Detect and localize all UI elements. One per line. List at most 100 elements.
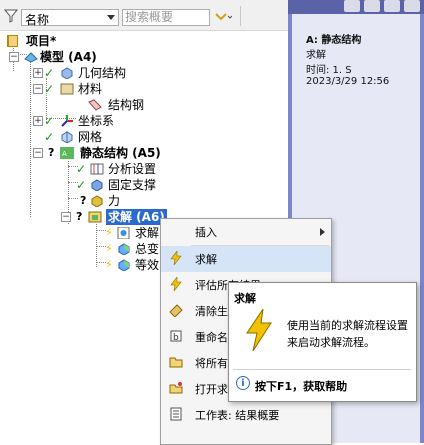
details-time: 时间: 1. S — [306, 65, 352, 76]
tree-item-geometry[interactable]: + ✓ 几何结构 — [0, 65, 200, 81]
question-status-icon: ? — [76, 210, 83, 223]
menu-item-label: 工作表: 结果概要 — [195, 409, 280, 422]
lightning-status-icon: ⚡ — [105, 242, 113, 255]
svg-text:A: A — [62, 150, 67, 158]
solution-information-icon — [117, 227, 130, 239]
eraser-icon — [169, 304, 183, 317]
collapse-icon[interactable]: − — [61, 212, 71, 222]
tree-item-solution-information[interactable]: ⚡ 求解 — [0, 225, 160, 241]
check-icon: ✓ — [44, 82, 55, 96]
menu-item-insert[interactable]: 插入 — [161, 219, 331, 245]
tooltip-help-text: 按下F1，获取帮助 — [255, 380, 348, 393]
model-icon — [24, 52, 38, 63]
filter-icon[interactable] — [4, 9, 18, 23]
view-icon[interactable] — [344, 0, 360, 12]
search-input[interactable] — [123, 10, 211, 24]
tree-item-total-deformation[interactable]: ⚡ 总变 — [0, 241, 160, 257]
tree-item-equivalent-stress[interactable]: ⚡ 等效 — [0, 257, 160, 273]
tree-item-mesh[interactable]: ✓ 网格 — [0, 129, 200, 145]
menu-item-label: 清除生 — [195, 305, 228, 318]
material-tag-icon — [88, 99, 102, 111]
tree-item-analysis-settings[interactable]: ✓ 分析设置 — [0, 161, 200, 177]
tree-item-label: 求解 (A6) — [106, 209, 167, 225]
tree-item-label: 结构钢 — [108, 98, 145, 112]
coordinate-system-icon — [61, 115, 73, 127]
folder-icon — [169, 357, 183, 368]
check-icon: ✓ — [76, 162, 87, 176]
details-title: A: 静态结构 — [306, 35, 362, 46]
menu-item-label: 重命名 — [195, 331, 228, 344]
lightning-icon — [170, 277, 182, 291]
collapse-icon[interactable]: − — [33, 84, 43, 94]
open-folder-icon — [169, 382, 183, 394]
tooltip-divider — [233, 369, 411, 370]
tree-item-label: 材料 — [78, 82, 103, 96]
filter-type-value: 名称 — [25, 13, 50, 27]
view-icon[interactable] — [364, 0, 380, 12]
menu-item-label: 将所有 — [195, 357, 228, 370]
lightning-status-icon: ⚡ — [105, 258, 113, 271]
result-icon — [118, 243, 130, 255]
result-icon — [118, 259, 130, 271]
tree-item-label: 求解 — [135, 226, 160, 240]
tree-item-model[interactable]: − 模型 (A4) — [0, 49, 200, 65]
tree-item-static-structural[interactable]: − ? A 静态结构 (A5) — [0, 145, 200, 161]
tooltip-title: 求解 — [234, 292, 256, 305]
solve-tooltip: 求解 使用当前的求解流程设置来启动求解流程。 i 按下F1，获取帮助 — [228, 282, 417, 402]
lightning-status-icon: ⚡ — [105, 226, 113, 239]
lightning-icon — [246, 309, 272, 351]
lightning-icon — [170, 251, 182, 265]
check-icon: ✓ — [44, 66, 55, 80]
menu-item-solve[interactable]: 求解 — [161, 246, 331, 272]
tree-item-label: 静态结构 (A5) — [80, 146, 161, 160]
submenu-arrow-icon — [320, 228, 325, 236]
tree-item-materials[interactable]: − ✓ 材料 — [0, 81, 200, 97]
search-field[interactable] — [122, 9, 211, 26]
project-book-icon — [7, 35, 18, 47]
view-icon[interactable] — [384, 0, 400, 12]
check-icon: ✓ — [44, 130, 55, 144]
check-icon: ✓ — [44, 114, 55, 128]
materials-icon — [60, 83, 74, 95]
details-date: 2023/3/29 12:56 — [306, 76, 390, 87]
force-icon — [91, 195, 103, 207]
menu-item-label: 打开求 — [195, 383, 228, 396]
chevron-down-icon — [107, 15, 115, 20]
tree-item-label: 模型 (A4) — [40, 50, 97, 64]
fixed-support-icon — [91, 179, 103, 191]
tree-item-label: 分析设置 — [108, 162, 157, 176]
mesh-icon — [61, 131, 73, 143]
question-status-icon: ? — [48, 146, 55, 159]
tree-item-label: 固定支撑 — [108, 178, 157, 192]
tree-item-fixed-support[interactable]: ✓ 固定支撑 — [0, 177, 200, 193]
menu-item-label: 求解 — [195, 253, 217, 266]
tree-item-structural-steel[interactable]: 结构钢 — [0, 97, 200, 113]
rename-icon: b — [170, 330, 182, 343]
tree-item-label: 几何结构 — [78, 66, 127, 80]
worksheet-icon — [170, 407, 182, 421]
view-icon[interactable] — [404, 0, 420, 12]
filter-type-select[interactable]: 名称 — [21, 9, 119, 27]
geometry-icon — [61, 67, 73, 79]
toolbar-divider — [240, 6, 241, 26]
tooltip-description: 使用当前的求解流程设置来启动求解流程。 — [287, 319, 408, 349]
expand-icon[interactable]: + — [33, 116, 43, 126]
expand-icon[interactable]: + — [33, 68, 43, 78]
check-icon: ✓ — [76, 178, 87, 192]
static-structural-icon: A — [60, 147, 74, 159]
tree-item-force[interactable]: ? 力 — [0, 193, 200, 209]
collapse-icon[interactable]: − — [9, 52, 19, 62]
tree-item-project[interactable]: 项目* — [0, 33, 120, 49]
collapse-icon[interactable]: − — [33, 148, 43, 158]
tree-item-label: 项目* — [26, 34, 57, 48]
details-subtitle: 求解 — [306, 50, 326, 61]
expand-options-icon[interactable] — [214, 10, 232, 26]
tree-item-coordinate-systems[interactable]: + ✓ 坐标系 — [0, 113, 200, 129]
tree-item-label: 等效 — [135, 258, 160, 272]
menu-item-worksheet-result-summary[interactable]: 工作表: 结果概要 — [161, 402, 331, 428]
tree-item-label: 网格 — [78, 130, 103, 144]
tree-item-label: 坐标系 — [78, 114, 115, 128]
svg-text:b: b — [173, 333, 179, 343]
tree-item-label: 总变 — [135, 242, 160, 256]
solution-icon — [88, 211, 102, 223]
